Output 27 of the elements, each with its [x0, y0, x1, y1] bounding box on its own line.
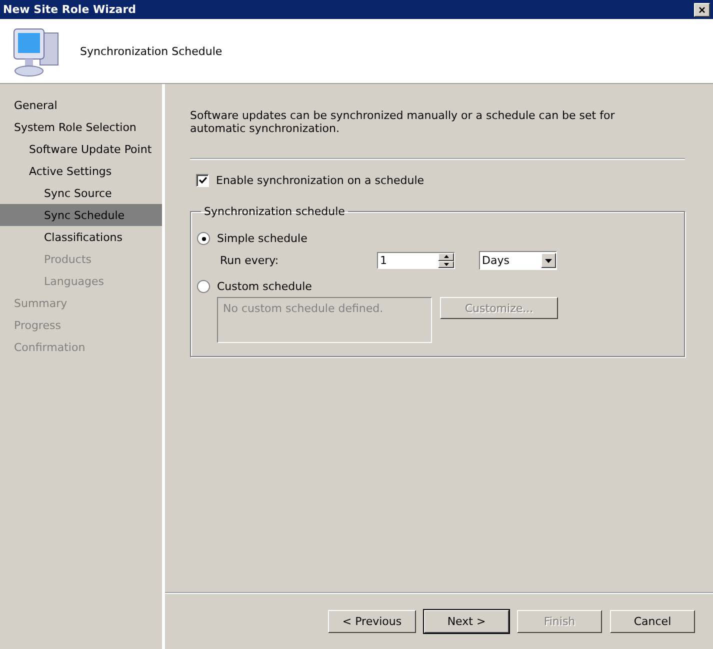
group-title: Synchronization schedule [203, 205, 346, 218]
sidebar-item[interactable]: Sync Source [0, 182, 162, 204]
radio-label: Custom schedule [217, 280, 312, 293]
sidebar-item[interactable]: Active Settings [0, 160, 162, 182]
run-every-label: Run every: [220, 254, 280, 267]
caret-icon [545, 258, 552, 262]
check-icon [198, 177, 206, 184]
radio-label: Simple schedule [217, 232, 308, 245]
radio-button[interactable] [197, 232, 210, 245]
sidebar-item[interactable]: Software Update Point [0, 138, 162, 160]
checkbox[interactable] [196, 174, 209, 187]
wizard-button[interactable]: Next > [424, 610, 509, 633]
sidebar-item[interactable]: Classifications [0, 226, 162, 248]
radio-button[interactable] [197, 280, 210, 293]
unit-dropdown[interactable]: Days [479, 251, 557, 270]
sidebar-item[interactable]: Sync Schedule [0, 204, 162, 226]
up-icon[interactable] [438, 253, 454, 260]
interval-field[interactable]: 1 [377, 252, 455, 269]
wizard-button[interactable]: Cancel [610, 610, 695, 633]
page-title: Synchronization Schedule [80, 44, 222, 58]
sidebar-item[interactable]: General [0, 94, 162, 116]
window-title: New Site Role Wizard [3, 3, 136, 16]
checkbox-label: Enable synchronization on a schedule [216, 174, 424, 187]
close-button[interactable]: × [694, 2, 710, 16]
wizard-button[interactable]: < Previous [328, 610, 416, 633]
sidebar-item[interactable]: System Role Selection [0, 116, 162, 138]
description-text: Software updates can be synchronized manually or a schedule can be set for automatic synchronization. [190, 109, 616, 135]
